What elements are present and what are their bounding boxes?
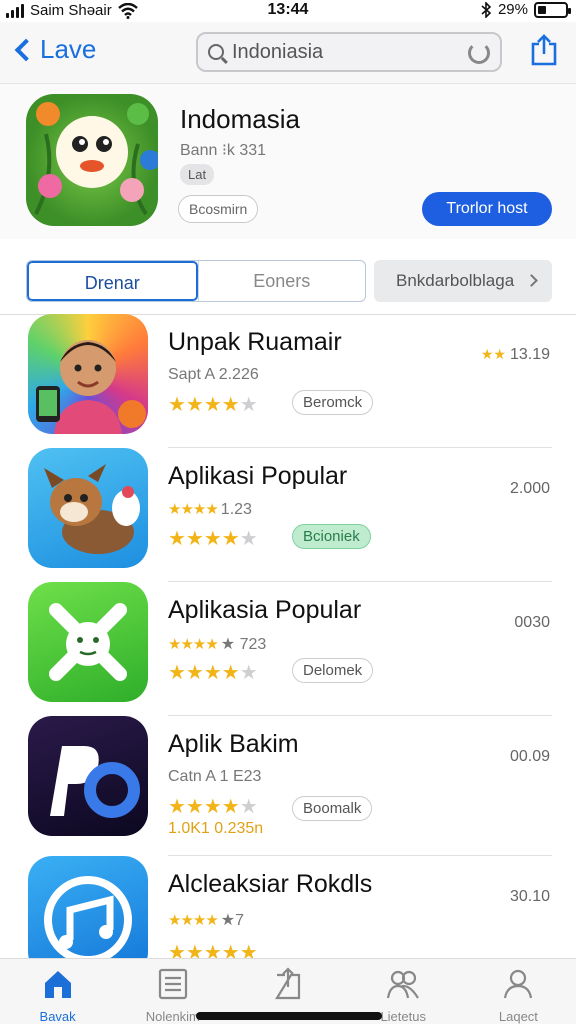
list-icon [158,968,187,1000]
rating-stars: ★★★★★ [168,794,258,819]
list-item[interactable]: Aplik Bakim Catn A 1 E23 ★★★★★ Boomalk 1… [0,716,576,856]
category-label: Bnkdarbolblaga [396,271,515,290]
primary-action-button[interactable]: Trorlor host [422,192,552,226]
row-title: Aplikasi Popular [168,462,348,490]
refresh-icon[interactable] [468,42,490,64]
segmented-control: Drenar Eoners [26,260,366,302]
row-value-stars: ★★ [480,346,506,362]
back-label: Lave [40,34,97,64]
category-button[interactable]: Bnkdarbolblaga [374,260,552,302]
row-value: 2.000 [509,480,550,497]
list-item[interactable]: Aplikasia Popular ★★★★ ★ 723 ★★★★★ Delome… [0,582,576,716]
search-bar[interactable] [196,32,502,72]
secondary-button[interactable]: Bcosmirn [178,195,259,223]
back-button[interactable]: Lave [12,34,96,65]
status-right: 29% [480,1,571,18]
app-header: Indomasia Bann ⁝k 331 Lat Bcosmirn Trorl… [0,84,576,239]
row-meta-text: ★ 723 [220,636,267,653]
home-indicator [196,1012,382,1020]
star-empty: ★ [239,662,258,684]
share-icon[interactable] [530,34,558,66]
status-bar: Saim Shəair 13:44 29% [0,0,576,22]
small-stars: ★★★★ [168,501,219,518]
row-title: Aplik Bakim [168,730,299,758]
row-value-text: 13.19 [509,346,550,363]
tab-profile[interactable]: Laqect [461,959,576,1024]
row-value: 00.09 [509,748,550,765]
profile-icon [504,969,533,999]
chevron-left-icon [14,38,38,61]
row-value: 30.10 [509,888,550,905]
star-empty: ★ [239,394,258,416]
app-icon[interactable] [26,94,158,226]
row-meta-text: 1.23 [220,501,252,518]
list-item[interactable]: Unpak Ruamair Sapt A 2.226 ★★★★★ Beromck… [0,314,576,448]
row-value: ★★ 13.19 [481,346,550,364]
row-action-button[interactable]: Bcioniek [292,524,371,549]
tab-label: Bavak [39,1009,76,1024]
people-icon [387,970,420,999]
battery-level [538,5,546,14]
star-filled: ★★★★ [168,662,240,684]
tab-label: Laqect [498,1009,538,1024]
row-meta: ★★★★ ★7 [168,910,244,930]
row-meta-text: ★7 [220,912,245,929]
child-app-icon [28,314,148,434]
battery-percent: 29% [497,1,528,18]
rating-stars: ★★★★★ [168,660,258,685]
row-title: Aplikasia Popular [168,596,362,624]
row-title: Alcleaksiar Rokdls [168,870,373,898]
rating-stars: ★★★★★ [168,392,258,417]
row-extra: 1.0K1 0.235n [168,820,264,837]
tab-home[interactable]: Bavak [0,959,115,1024]
home-icon [44,971,71,998]
row-value: 0030 [514,614,550,631]
segment-first[interactable]: Drenar [27,261,198,301]
row-meta: ★★★★ ★ 723 [168,634,266,654]
small-stars: ★★★★ [168,636,219,653]
navigation-bar: Lave [0,22,576,84]
bluetooth-icon [481,1,492,18]
segment-second[interactable]: Eoners [197,261,366,301]
dog-app-icon [28,448,148,568]
upload-icon [275,967,301,1000]
star-filled: ★★★★ [168,394,240,416]
row-meta: Sapt A 2.226 [168,366,259,383]
row-action-button[interactable]: Beromck [292,390,374,415]
battery-icon [534,1,571,18]
star-empty: ★ [239,796,258,818]
list-item[interactable]: Aplikasi Popular ★★★★ 1.23 ★★★★★ Bcioniek… [0,448,576,582]
app-title: Indomasia [180,104,300,134]
row-action-button[interactable]: Delomek [292,658,374,683]
app-chip: Lat [180,164,215,185]
chevron-right-icon [525,274,538,287]
green-x-app-icon [28,582,148,702]
po-app-icon [28,716,148,836]
search-icon [208,44,224,60]
star-filled: ★★★★ [168,796,240,818]
rating-stars: ★★★★★ [168,526,258,551]
app-subtitle: Bann ⁝k 331 [180,142,267,159]
search-input[interactable] [232,40,452,64]
app-mascot-icon [34,102,158,216]
star-empty: ★ [239,528,258,550]
star-filled: ★★★★ [168,528,240,550]
small-stars: ★★★★ [168,912,219,929]
row-meta: ★★★★ 1.23 [168,500,252,519]
row-title: Unpak Ruamair [168,328,342,356]
row-meta: Catn A 1 E23 [168,768,262,785]
row-action-button[interactable]: Boomalk [292,796,373,821]
